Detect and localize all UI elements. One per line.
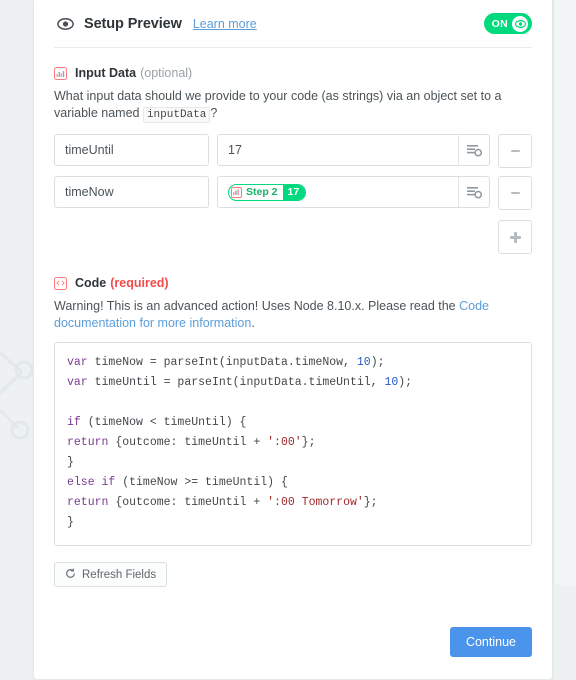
eye-icon <box>56 15 74 33</box>
code-token: (timeNow >= timeUntil) { <box>115 476 288 489</box>
code-token: {outcome: timeUntil + <box>108 436 268 449</box>
input-value-field[interactable]: Step 2 17 <box>217 176 490 208</box>
code-token: return <box>67 436 109 449</box>
step-icon <box>231 186 242 198</box>
page-title: Setup Preview <box>84 15 182 32</box>
code-token: ); <box>398 376 413 389</box>
input-row: timeUntil 17 <box>54 134 532 168</box>
toggle-eye-icon <box>512 15 528 32</box>
preview-toggle[interactable]: ON <box>483 13 532 34</box>
code-token: } <box>67 516 74 529</box>
refresh-fields-button[interactable]: Refresh Fields <box>54 562 168 587</box>
code-token: ); <box>370 356 385 369</box>
list-settings-icon[interactable] <box>458 135 489 165</box>
code-token: if <box>67 416 81 429</box>
step-token[interactable]: Step 2 17 <box>228 183 307 201</box>
step-token-value: 17 <box>282 184 306 200</box>
code-token: var <box>67 376 88 389</box>
input-key-value: timeUntil <box>65 143 114 157</box>
code-token: 10 <box>384 376 399 389</box>
code-label-row: Code (required) <box>54 276 532 290</box>
code-token: ':00' <box>267 436 302 449</box>
input-row: timeNow Step 2 17 <box>54 176 532 210</box>
help-text-part1: What input data should we provide to you… <box>54 89 502 120</box>
continue-button[interactable]: Continue <box>449 627 532 657</box>
card-header: Setup Preview Learn more ON <box>34 0 552 47</box>
continue-row: Continue <box>54 627 532 679</box>
code-warning-part1: Warning! This is an advanced action! Use… <box>54 299 456 313</box>
chart-bars-icon <box>54 66 67 80</box>
code-token: timeNow = parseInt(inputData.timeNow, <box>87 356 357 369</box>
code-line: if (timeNow < timeUntil) { <box>67 413 519 433</box>
code-token: return <box>67 496 109 509</box>
input-data-title: Input Data <box>75 66 137 80</box>
list-settings-icon[interactable] <box>458 177 489 207</box>
code-line: var timeNow = parseInt(inputData.timeNow… <box>67 353 519 373</box>
code-token: var <box>67 356 88 369</box>
code-token: (timeNow < timeUntil) { <box>80 416 247 429</box>
code-token: } <box>67 456 74 469</box>
code-title: Code <box>75 276 107 290</box>
input-key-value: timeNow <box>65 185 114 199</box>
input-key-field[interactable]: timeUntil <box>54 134 209 166</box>
help-text-part2: ? <box>210 106 218 120</box>
minus-icon <box>510 192 520 194</box>
input-value-text: 17 <box>228 143 242 157</box>
input-data-label-row: Input Data (optional) <box>54 66 532 80</box>
input-value-field[interactable]: 17 <box>217 134 490 166</box>
code-line: var timeUntil = parseInt(inputData.timeU… <box>67 373 519 393</box>
code-line: } <box>67 513 519 533</box>
add-row-button[interactable] <box>498 220 532 254</box>
refresh-fields-label: Refresh Fields <box>82 568 157 581</box>
add-row-container <box>54 220 532 254</box>
code-brackets-icon <box>54 276 67 290</box>
code-token: else if <box>67 476 116 489</box>
code-token: 10 <box>356 356 371 369</box>
input-data-help-text: What input data should we provide to you… <box>54 88 514 124</box>
right-background-panel <box>553 0 576 585</box>
inline-code-inputdata: inputData <box>142 107 211 123</box>
refresh-row: Refresh Fields <box>54 562 532 587</box>
learn-more-link[interactable]: Learn more <box>193 17 257 31</box>
refresh-icon <box>65 568 76 582</box>
setup-preview-card: Setup Preview Learn more ON Input Data (… <box>33 0 553 680</box>
code-token: {outcome: timeUntil + <box>108 496 268 509</box>
code-warning-part2: . <box>251 316 255 330</box>
code-line: else if (timeNow >= timeUntil) { <box>67 473 519 493</box>
code-warning-text: Warning! This is an advanced action! Use… <box>54 298 514 332</box>
code-token: }; <box>363 496 378 509</box>
input-data-optional-note: (optional) <box>140 66 193 80</box>
code-required-note: (required) <box>110 276 169 290</box>
code-line: return {outcome: timeUntil + ':00 Tomorr… <box>67 493 519 513</box>
step-token-label: Step 2 <box>246 186 278 198</box>
code-line: } <box>67 453 519 473</box>
input-value-token-wrap: Step 2 17 <box>228 183 458 201</box>
remove-row-button[interactable] <box>498 176 532 210</box>
input-key-field[interactable]: timeNow <box>54 176 209 208</box>
card-body: Input Data (optional) What input data sh… <box>34 48 552 679</box>
plus-icon <box>509 231 521 243</box>
code-token: ':00 Tomorrow' <box>267 496 364 509</box>
code-line: return {outcome: timeUntil + ':00'}; <box>67 433 519 453</box>
remove-row-button[interactable] <box>498 134 532 168</box>
code-token: }; <box>301 436 316 449</box>
minus-icon <box>510 150 520 152</box>
toggle-label: ON <box>491 17 508 30</box>
code-editor[interactable]: var timeNow = parseInt(inputData.timeNow… <box>54 342 532 546</box>
code-token: timeUntil = parseInt(inputData.timeUntil… <box>87 376 385 389</box>
